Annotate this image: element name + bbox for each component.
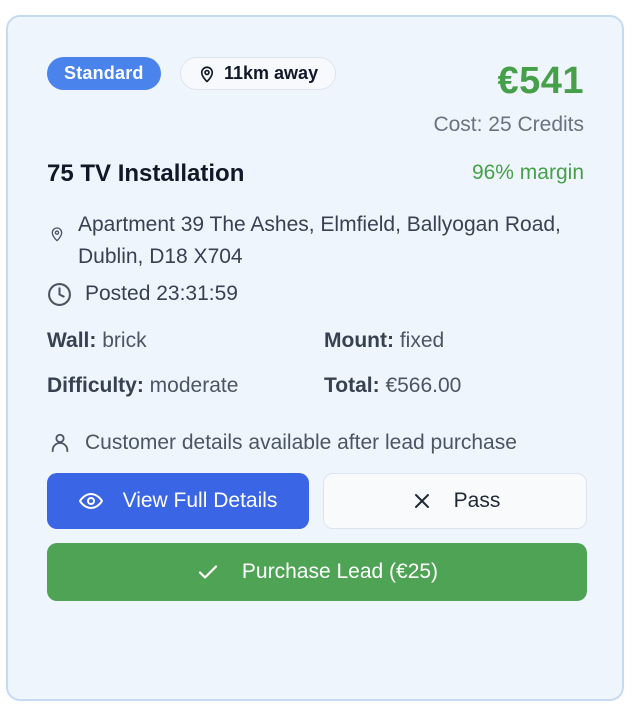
distance-badge: 11km away	[180, 57, 337, 90]
clock-icon	[48, 283, 71, 306]
posted-row: Posted 23:31:59	[47, 277, 584, 327]
lead-cost: Cost: 25 Credits	[433, 113, 584, 136]
purchase-label: Purchase Lead (€25)	[241, 560, 439, 583]
view-details-button[interactable]: View Full Details	[47, 473, 309, 529]
pass-label: Pass	[453, 489, 501, 512]
spec-wall: Wall: brick	[47, 329, 147, 353]
customer-note-row: Customer details available after lead pu…	[47, 427, 584, 473]
spec-difficulty-label: Difficulty:	[47, 374, 144, 397]
spec-difficulty-value: moderate	[149, 374, 239, 397]
lead-header: Standard 11km away €541 Cost: 25 Credits	[47, 55, 584, 145]
map-pin-icon	[51, 227, 63, 242]
purchase-lead-button[interactable]: Purchase Lead (€25)	[47, 543, 587, 601]
spec-mount: Mount: fixed	[324, 329, 444, 353]
spec-total-value: €566.00	[385, 374, 462, 397]
address-row: Apartment 39 The Ashes, Elmfield, Ballyo…	[47, 207, 584, 277]
lead-price: €541	[497, 60, 584, 102]
eye-icon	[78, 493, 103, 509]
spec-total: Total: €566.00	[324, 374, 461, 398]
spec-mount-value: fixed	[399, 329, 445, 352]
map-pin-icon	[200, 66, 214, 82]
lead-address: Apartment 39 The Ashes, Elmfield, Ballyo…	[78, 213, 561, 268]
title-row: 75 TV Installation 96% margin	[47, 145, 584, 205]
pass-button[interactable]: Pass	[323, 473, 587, 529]
close-icon	[414, 494, 429, 508]
spec-wall-value: brick	[102, 329, 147, 352]
purchase-row: Purchase Lead (€25)	[47, 543, 587, 601]
spec-difficulty: Difficulty: moderate	[47, 374, 238, 398]
user-icon	[51, 433, 69, 453]
posted-time: Posted 23:31:59	[85, 282, 238, 305]
spec-mount-label: Mount:	[324, 329, 394, 352]
lead-title: 75 TV Installation	[47, 160, 245, 187]
customer-note: Customer details available after lead pu…	[85, 431, 517, 454]
spec-wall-label: Wall:	[47, 329, 97, 352]
lead-specs: Wall: brick Mount: fixed Difficulty: mod…	[47, 327, 584, 427]
spec-total-label: Total:	[324, 374, 380, 397]
check-icon	[198, 565, 218, 579]
lead-type-badge: Standard	[47, 57, 161, 90]
lead-card: Standard 11km away €541 Cost: 25 Credits…	[6, 15, 624, 701]
action-row: View Full Details Pass	[47, 473, 587, 543]
lead-card-body: Standard 11km away €541 Cost: 25 Credits…	[47, 55, 587, 601]
view-details-label: View Full Details	[122, 489, 278, 512]
distance-text: 11km away	[224, 63, 319, 83]
lead-margin: 96% margin	[471, 161, 584, 184]
